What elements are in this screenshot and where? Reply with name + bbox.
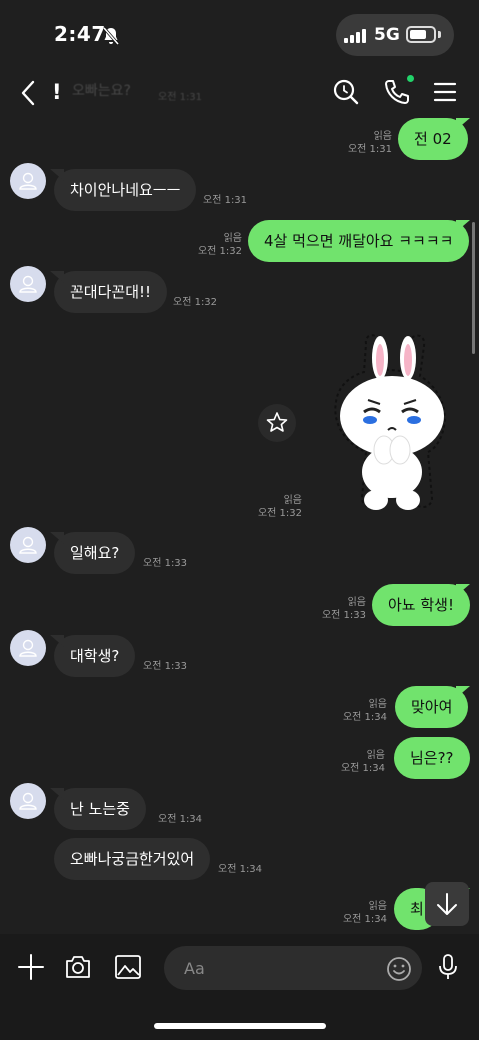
search-icon[interactable] xyxy=(330,76,362,108)
message-bubble-incoming[interactable]: 난 노는중 xyxy=(54,788,146,830)
network-type: 5G xyxy=(374,25,400,45)
emoji-icon[interactable] xyxy=(384,954,414,984)
ghost-title: 오빠는요? xyxy=(72,83,131,99)
ghost-time: 오전 1:31 xyxy=(158,92,203,103)
person-icon xyxy=(19,639,37,657)
message-time: 오전 1:34 xyxy=(342,712,387,723)
message-bubble-incoming[interactable]: 오빠나궁금한거있어 xyxy=(54,838,211,880)
message-bubble-outgoing[interactable]: 님은?? xyxy=(394,737,470,779)
favorite-sticker-button[interactable] xyxy=(258,404,296,442)
message-time: 오전 1:31 xyxy=(203,195,248,206)
message-bubble-incoming[interactable]: 대학생? xyxy=(54,635,136,677)
message-time: 오전 1:32 xyxy=(197,246,242,257)
read-receipt: 읽음 xyxy=(283,495,302,506)
message-time: 오전 1:32 xyxy=(257,508,302,519)
message-bubble-outgoing[interactable]: 아뇨 학생! xyxy=(372,584,470,626)
read-receipt: 읽음 xyxy=(368,699,387,710)
person-icon xyxy=(19,536,37,554)
status-time: 2:47 xyxy=(54,22,106,46)
person-icon xyxy=(19,275,37,293)
chat-title: ! xyxy=(52,80,62,104)
message-time: 오전 1:34 xyxy=(342,914,387,925)
home-indicator[interactable] xyxy=(154,1023,326,1029)
arrow-down-icon xyxy=(437,893,457,915)
message-time: 오전 1:33 xyxy=(321,610,366,621)
read-receipt: 읽음 xyxy=(223,233,242,244)
message-bubble-incoming[interactable]: 꼰대다꼰대!! xyxy=(54,271,168,313)
read-receipt: 읽음 xyxy=(347,597,366,608)
message-bubble-outgoing[interactable]: 4살 먹으면 깨달아요 ㅋㅋㅋㅋ xyxy=(248,220,470,262)
read-receipt: 읽음 xyxy=(366,750,385,761)
message-time: 오전 1:33 xyxy=(143,558,188,569)
microphone-icon[interactable] xyxy=(433,952,463,982)
scroll-to-bottom-button[interactable] xyxy=(425,882,469,926)
message-bubble-incoming[interactable]: 차이안나네요ㅡㅡ xyxy=(54,169,197,211)
plus-icon[interactable] xyxy=(16,952,46,982)
signal-icon xyxy=(344,29,366,43)
hamburger-menu-icon[interactable] xyxy=(430,76,462,108)
avatar[interactable] xyxy=(10,527,46,563)
person-icon xyxy=(19,172,37,190)
message-time: 오전 1:31 xyxy=(347,144,392,155)
message-time: 오전 1:34 xyxy=(218,864,263,875)
person-icon xyxy=(19,792,37,810)
message-time: 오전 1:34 xyxy=(158,814,203,825)
message-time: 오전 1:33 xyxy=(143,661,188,672)
avatar[interactable] xyxy=(10,630,46,666)
camera-icon[interactable] xyxy=(63,952,93,982)
message-time: 오전 1:34 xyxy=(340,763,385,774)
message-input-placeholder: Aa xyxy=(184,959,205,978)
avatar[interactable] xyxy=(10,163,46,199)
online-status-dot xyxy=(407,75,414,82)
bell-muted-icon xyxy=(102,27,120,45)
back-button[interactable] xyxy=(16,78,40,108)
avatar[interactable] xyxy=(10,266,46,302)
crying-bunny-sticker[interactable] xyxy=(328,334,452,512)
message-time: 오전 1:32 xyxy=(173,297,218,308)
avatar[interactable] xyxy=(10,783,46,819)
battery-icon xyxy=(406,26,436,43)
message-bubble-incoming[interactable]: 일해요? xyxy=(54,532,136,574)
star-icon xyxy=(266,412,288,432)
image-icon[interactable] xyxy=(113,952,143,982)
read-receipt: 읽음 xyxy=(373,131,392,142)
scrollbar[interactable] xyxy=(472,222,475,354)
read-receipt: 읽음 xyxy=(368,901,387,912)
